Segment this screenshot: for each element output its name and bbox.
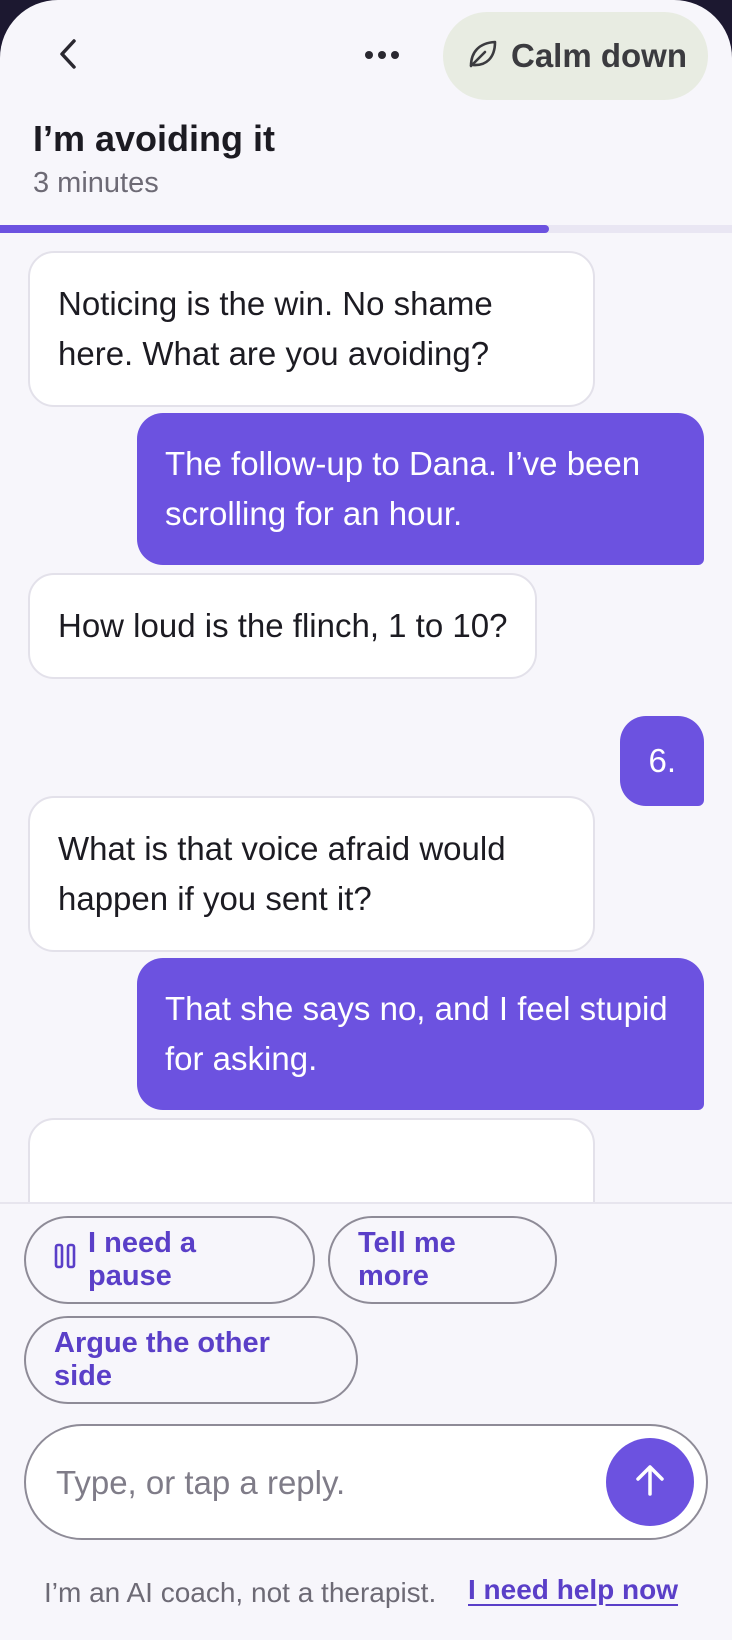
divider [0,1202,732,1204]
message-bubble-bot-partial [28,1118,595,1203]
message-composer [24,1424,708,1540]
send-button[interactable] [606,1438,694,1526]
page-title: I’m avoiding it [33,118,276,159]
chevron-left-icon [58,38,78,75]
message-bubble-bot: What is that voice afraid would happen i… [28,796,595,952]
pause-icon [54,1243,76,1277]
ai-disclaimer: I’m an AI coach, not a therapist. [44,1577,437,1608]
quick-reply-pause[interactable]: I need a pause [24,1216,315,1304]
arrow-up-icon [634,1463,666,1502]
message-bubble-user: That she says no, and I feel stupid for … [137,958,704,1110]
quick-reply-argue-other-side[interactable]: Argue the other side [24,1316,358,1404]
back-button[interactable] [44,32,92,80]
message-bubble-user: 6. [620,716,704,806]
leaf-icon [467,38,499,75]
message-bubble-bot: How loud is the flinch, 1 to 10? [28,573,538,679]
more-horizontal-icon [364,47,400,65]
quick-reply-label: Tell me more [358,1227,456,1292]
progress-bar [0,225,732,233]
progress-bar-fill [0,225,549,233]
chat-thread[interactable]: Noticing is the win. No shame here. What… [0,233,732,1203]
message-bubble-bot: Noticing is the win. No shame here. What… [28,251,595,407]
phone-screen: Calm down I’m avoiding it 3 minutes Noti… [0,0,732,1640]
quick-reply-label: Argue the other side [54,1327,270,1392]
quick-reply-tell-me-more[interactable]: Tell me more [328,1216,557,1304]
message-input[interactable] [56,1454,596,1512]
session-duration: 3 minutes [33,167,159,199]
quick-reply-label: I need a pause [88,1227,196,1292]
message-bubble-user: The follow-up to Dana. I’ve been scrolli… [137,413,704,565]
calm-down-button[interactable]: Calm down [443,12,708,100]
more-options-button[interactable] [356,32,408,80]
help-now-link[interactable]: I need help now [468,1574,678,1606]
calm-down-label: Calm down [511,37,688,74]
top-bar: Calm down [0,0,732,110]
